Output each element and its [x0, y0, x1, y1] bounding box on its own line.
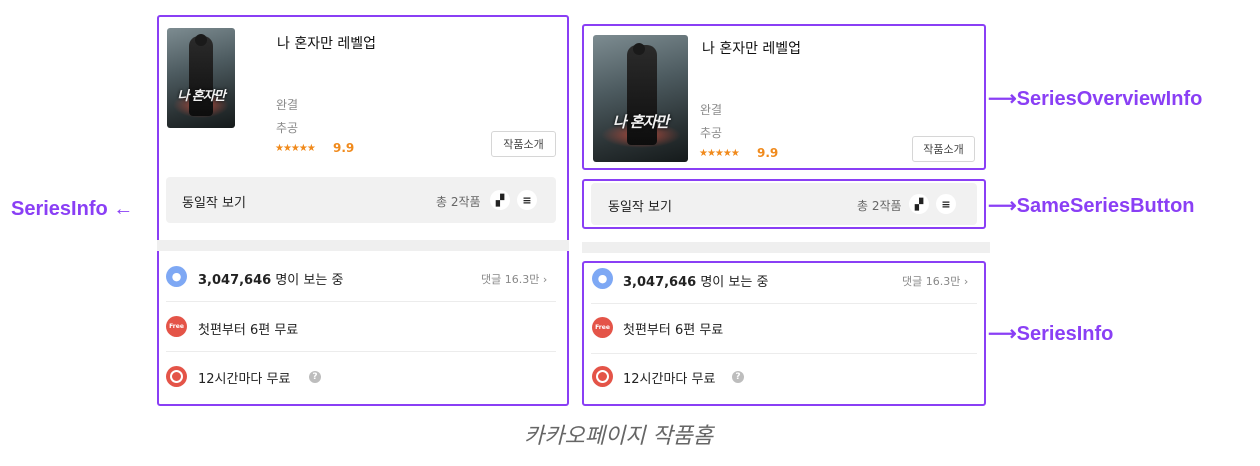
page-view-icon: ▞	[490, 190, 510, 210]
viewers-count: 3,047,646	[198, 273, 272, 288]
rating-value: 9.9	[757, 146, 779, 160]
viewers-row: 3,047,646 명이 보는 중	[623, 271, 768, 290]
row-divider	[591, 353, 977, 354]
series-info-label-right: ⟶SeriesInfo	[988, 323, 1114, 345]
list-view-icon: ≡	[936, 194, 956, 214]
wait-free-text: 12시간마다 무료	[198, 372, 291, 387]
row-divider	[166, 351, 556, 352]
rating-value: 9.9	[333, 141, 355, 155]
cover-image[interactable]: 나 혼자만	[167, 28, 235, 128]
page-view-icon: ▞	[909, 194, 929, 214]
comments-link[interactable]: 댓글 16.3만 ›	[902, 273, 968, 289]
viewers-count: 3,047,646	[623, 275, 697, 290]
free-episodes-text: 첫편부터 6편 무료	[198, 323, 299, 338]
same-series-button[interactable]: 동일작 보기 총 2작품 ▞ ≡	[166, 177, 556, 223]
help-icon[interactable]: ?	[309, 371, 321, 383]
clock-icon	[166, 366, 187, 387]
wait-free-text: 12시간마다 무료	[623, 372, 716, 387]
series-genre: 추공	[276, 121, 299, 135]
section-gap	[582, 242, 990, 253]
series-genre: 추공	[700, 126, 723, 140]
help-icon[interactable]: ?	[732, 371, 744, 383]
rating-stars: ★★★★★	[275, 143, 316, 154]
cover-image[interactable]: 나 혼자만	[593, 35, 688, 162]
same-series-label: 동일작 보기	[608, 200, 672, 215]
series-title: 나 혼자만 레벨업	[702, 41, 802, 57]
clock-icon	[592, 366, 613, 387]
same-series-button[interactable]: 동일작 보기 총 2작품 ▞ ≡	[591, 183, 977, 225]
figure-caption: 카카오페이지 작품홈	[524, 424, 714, 449]
rating-stars: ★★★★★	[699, 148, 740, 159]
series-status: 완결	[276, 98, 299, 112]
same-series-button-label: ⟶SameSeriesButton	[988, 195, 1195, 217]
same-series-count: 총 2작품	[436, 195, 481, 209]
section-gap	[157, 240, 569, 251]
same-series-label: 동일작 보기	[182, 196, 246, 211]
cover-title-art: 나 혼자만	[177, 89, 225, 104]
same-series-count: 총 2작품	[857, 199, 902, 213]
free-badge-icon: Free	[592, 317, 613, 338]
series-title: 나 혼자만 레벨업	[277, 36, 377, 52]
list-view-icon: ≡	[517, 190, 537, 210]
cover-figure	[189, 34, 213, 116]
free-badge-icon: Free	[166, 316, 187, 337]
row-divider	[591, 303, 977, 304]
viewers-suffix: 명이 보는 중	[696, 275, 769, 290]
chat-bubble-icon: ●	[166, 266, 187, 287]
intro-button[interactable]: 작품소개	[491, 131, 556, 157]
series-overview-info-label: ⟶SeriesOverviewInfo	[988, 88, 1203, 110]
intro-button[interactable]: 작품소개	[912, 136, 975, 162]
series-status: 완결	[700, 103, 723, 117]
chat-bubble-icon: ●	[592, 268, 613, 289]
row-divider	[166, 301, 556, 302]
viewers-row: 3,047,646 명이 보는 중	[198, 269, 343, 288]
free-episodes-text: 첫편부터 6편 무료	[623, 323, 724, 338]
comments-link[interactable]: 댓글 16.3만 ›	[481, 271, 547, 287]
viewers-suffix: 명이 보는 중	[271, 273, 344, 288]
series-info-label-left: SeriesInfo ←	[11, 198, 134, 220]
cover-title-art: 나 혼자만	[612, 113, 669, 131]
